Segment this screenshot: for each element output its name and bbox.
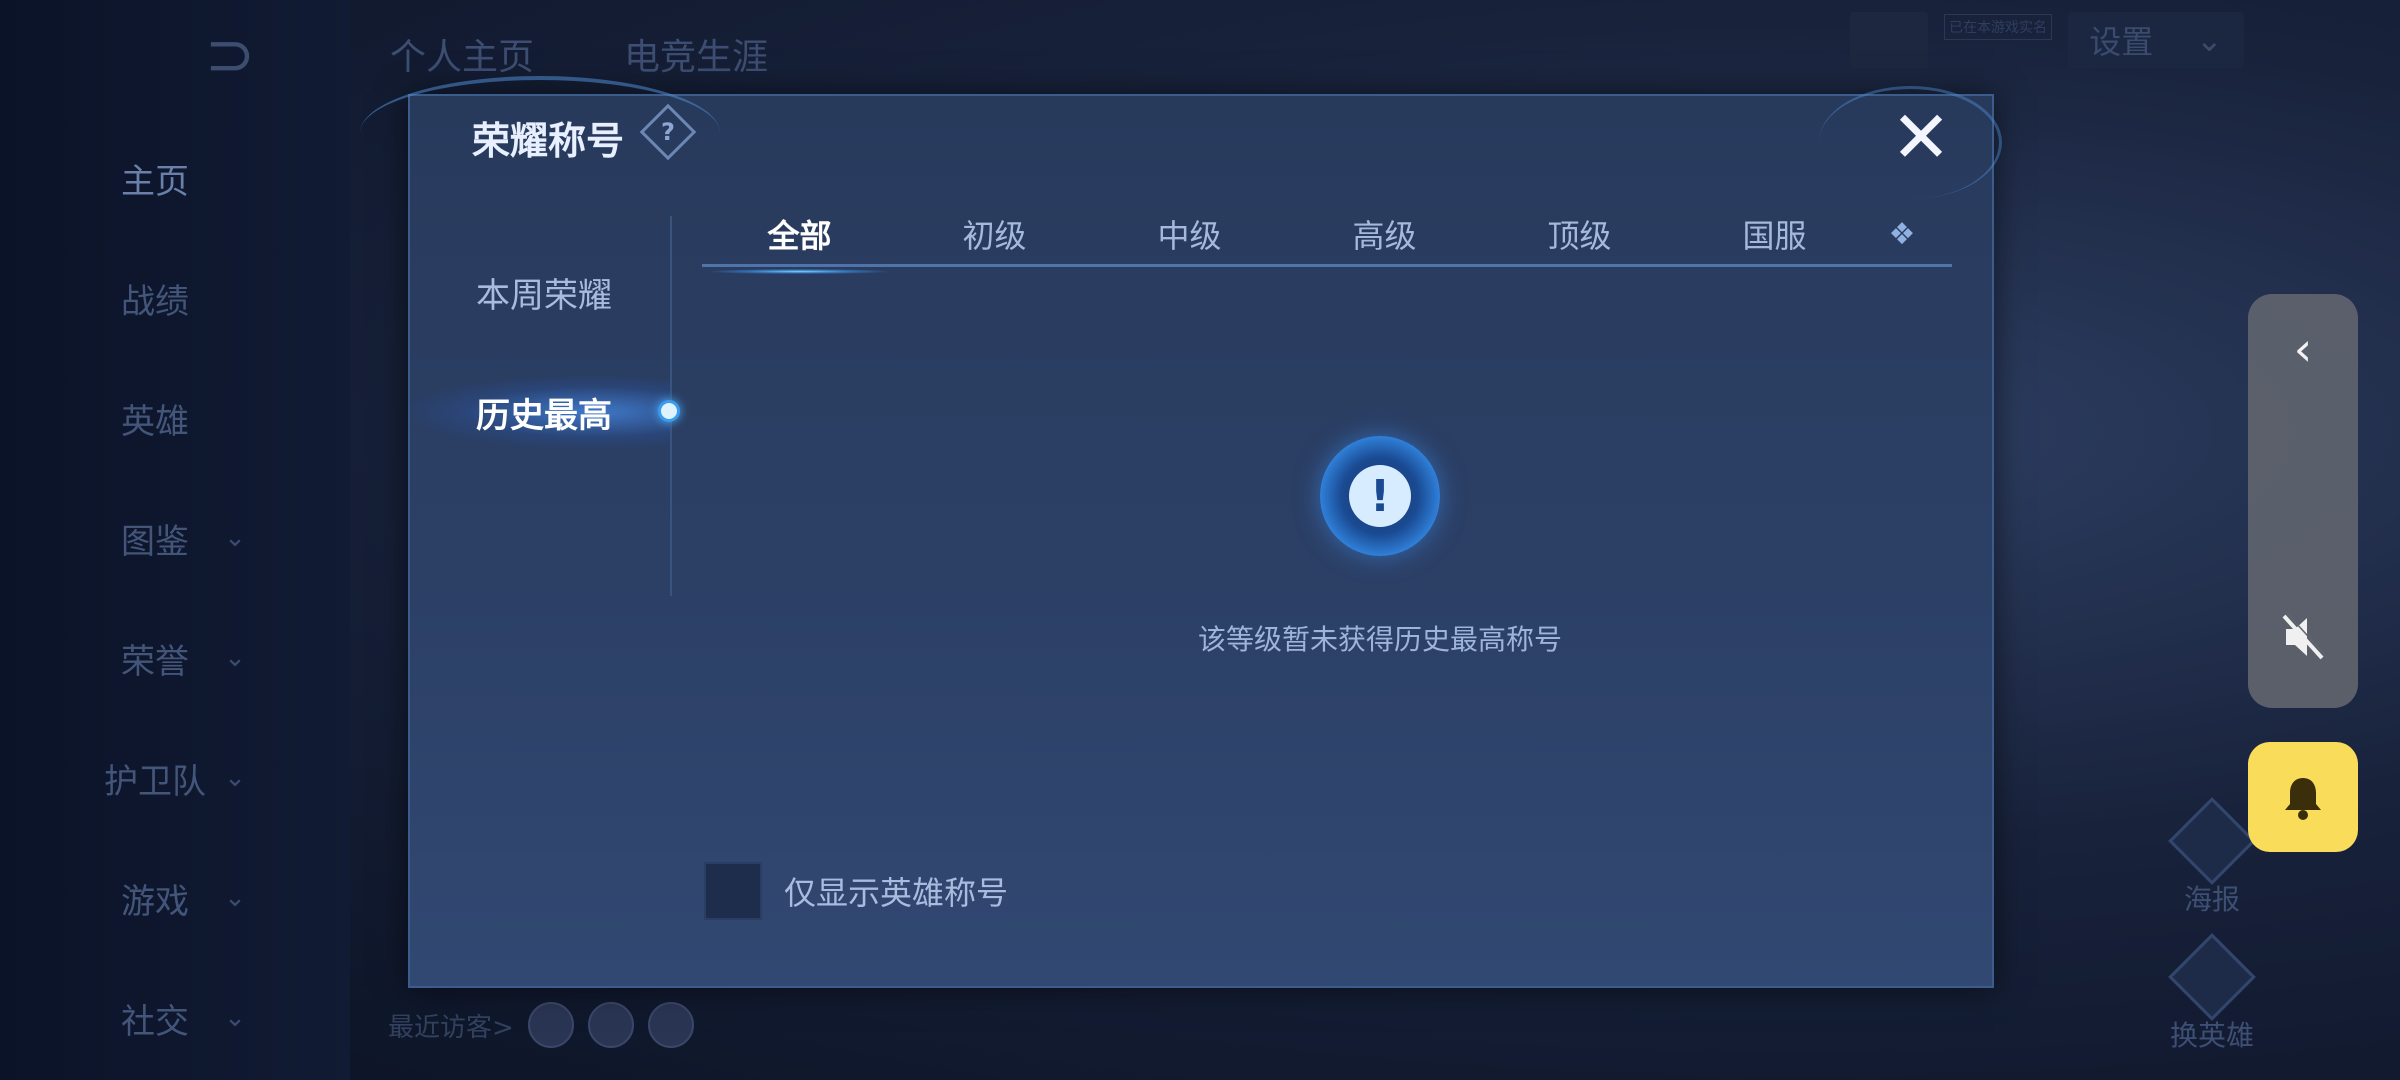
tab-intermediate[interactable]: 中级: [1092, 211, 1287, 257]
chevron-down-icon: ⌄: [2195, 21, 2223, 59]
tab-beginner[interactable]: 初级: [897, 211, 1092, 257]
background-swap-hero-button: 换英雄: [2142, 933, 2282, 1054]
nav-chevron-icon: ⌄: [224, 643, 246, 673]
dialog-title: 荣耀称号: [472, 119, 625, 163]
background-nav-item: 社交 ⌄: [0, 988, 350, 1048]
side-item-label: 本周荣耀: [476, 275, 612, 316]
tab-advanced[interactable]: 高级: [1287, 211, 1482, 257]
floating-side-panel: ‹: [2248, 294, 2358, 708]
nav-chevron-icon: ⌄: [224, 763, 246, 793]
background-nav-item: 图鉴 ⌄: [0, 508, 350, 568]
background-nav-label: 社交: [121, 1001, 189, 1042]
mute-speaker-icon: [2282, 612, 2326, 660]
visitor-avatar: [527, 1002, 574, 1048]
selected-indicator-icon: [658, 400, 680, 422]
help-glyph: ?: [661, 118, 675, 146]
background-nav-label: 战绩: [121, 281, 189, 322]
background-nav-label: 游戏: [121, 881, 189, 922]
side-item-label: 历史最高: [476, 395, 612, 436]
background-nav-item: 荣誉 ⌄: [0, 628, 350, 688]
empty-message: 该等级暂未获得历史最高称号: [1197, 623, 1562, 656]
background-nav-label: 护卫队: [104, 761, 206, 802]
nav-chevron-icon: ⌄: [224, 1003, 246, 1033]
side-item-history-best[interactable]: 历史最高: [410, 376, 680, 448]
mute-icon[interactable]: [2248, 612, 2358, 666]
tab-top[interactable]: 顶级: [1482, 211, 1677, 257]
hero-only-checkbox[interactable]: [704, 862, 762, 920]
exclamation-glyph: !: [1349, 465, 1411, 527]
bell-icon: [2285, 778, 2321, 820]
close-button[interactable]: ✕: [1886, 95, 1956, 179]
side-item-weekly-honor[interactable]: 本周荣耀: [410, 256, 670, 328]
visitor-avatar: [647, 1002, 694, 1048]
visitor-avatar: [587, 1002, 634, 1048]
poster-icon: [2168, 797, 2256, 885]
nav-chevron-icon: ⌄: [224, 523, 246, 553]
background-nav-item: 战绩: [0, 268, 350, 328]
background-nav-item: 英雄: [0, 388, 350, 448]
swap-hero-icon: [2168, 933, 2256, 1021]
nav-chevron-icon: ⌄: [224, 883, 246, 913]
background-nav-item: 主页: [0, 148, 350, 208]
background-nav-item: 游戏 ⌄: [0, 868, 350, 928]
background-nav-label: 图鉴: [121, 521, 189, 562]
notification-bell-button[interactable]: [2248, 742, 2358, 852]
collapse-panel-icon[interactable]: ‹: [2248, 322, 2358, 376]
background-tab: 个人主页: [390, 37, 535, 78]
background-visitors: 最近访客>: [388, 1002, 694, 1048]
background-top-right: 已在本游戏实名 设置 ⌄: [1850, 12, 2244, 68]
background-nav-item: 护卫队 ⌄: [0, 748, 350, 808]
background-settings: 设置 ⌄: [2068, 12, 2244, 68]
background-nav-label: 荣誉: [121, 641, 189, 682]
warning-icon: !: [1320, 436, 1440, 556]
background-avatar: [1850, 12, 1928, 68]
tab-national[interactable]: 国服: [1677, 211, 1872, 257]
background-tab: 电竞生涯: [624, 37, 769, 78]
tab-all[interactable]: 全部: [702, 211, 897, 274]
honor-title-dialog: 荣耀称号 ? ✕ 本周荣耀 历史最高 全部 初级 中级 高级 顶级 国服 ❖ !…: [360, 76, 2002, 988]
hero-only-label: 仅显示英雄称号: [784, 874, 1009, 912]
level-tab-bar: 全部 初级 中级 高级 顶级 国服 ❖: [702, 204, 1952, 274]
hero-only-toggle[interactable]: 仅显示英雄称号: [704, 862, 1008, 920]
background-nav-label: 英雄: [121, 401, 189, 442]
background-settings-label: 设置: [2089, 23, 2154, 61]
empty-state: ! 该等级暂未获得历史最高称号: [1060, 436, 1700, 658]
background-back-icon: ⊃: [204, 20, 256, 90]
more-tabs-icon[interactable]: ❖: [1872, 217, 1932, 252]
dialog-side-nav: 本周荣耀 历史最高: [410, 216, 680, 596]
background-tabs: 个人主页 电竞生涯: [390, 28, 768, 80]
background-poster-label: 海报: [2183, 883, 2240, 916]
background-visitors-label: 最近访客>: [388, 1012, 514, 1043]
background-swap-hero-label: 换英雄: [2169, 1019, 2254, 1052]
background-status-tag: 已在本游戏实名: [1944, 14, 2052, 40]
background-nav-label: 主页: [121, 161, 189, 202]
